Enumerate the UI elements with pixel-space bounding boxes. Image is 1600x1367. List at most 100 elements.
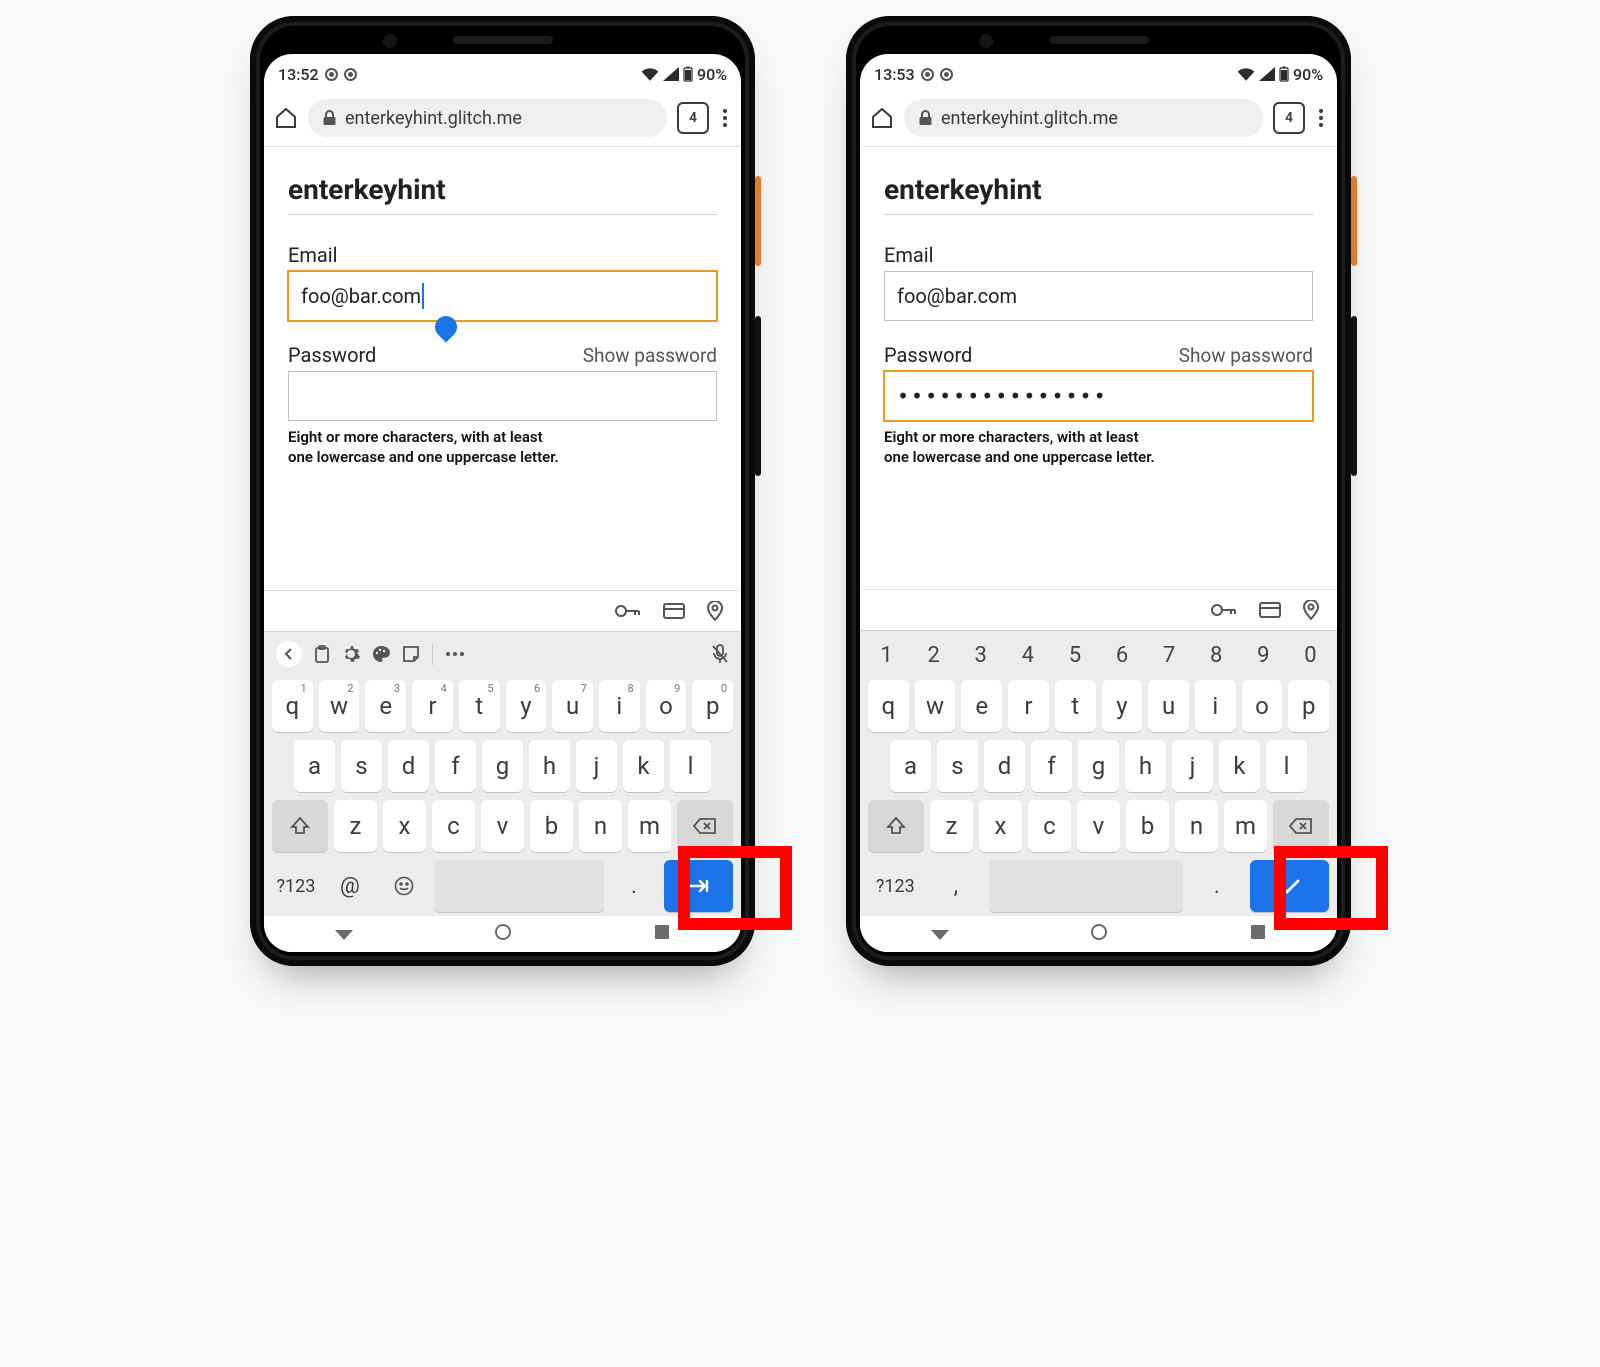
letter-key[interactable]: c [1028,800,1071,852]
letter-key[interactable]: i [1195,680,1236,732]
letter-key[interactable]: r4 [412,680,453,732]
num-key[interactable]: 4 [1005,637,1050,674]
emoji-key[interactable] [380,860,428,912]
mic-off-icon[interactable] [711,644,729,664]
letter-key[interactable]: b [530,800,573,852]
overflow-menu-icon[interactable] [719,105,731,131]
card-icon[interactable] [1259,602,1281,618]
comma-key[interactable]: , [929,860,984,912]
letter-key[interactable]: z [930,800,973,852]
letter-key[interactable]: p0 [692,680,733,732]
show-password-button[interactable]: Show password [1179,344,1313,367]
num-key[interactable]: 3 [958,637,1003,674]
letter-key[interactable]: u [1148,680,1189,732]
email-field[interactable]: foo@bar.com [884,271,1313,321]
letter-key[interactable]: y [1102,680,1143,732]
url-bar[interactable]: enterkeyhint.glitch.me [904,99,1263,137]
gear-icon[interactable] [342,645,360,663]
letter-key[interactable]: l [670,740,711,792]
num-key[interactable]: 8 [1194,637,1239,674]
letter-key[interactable]: n [1175,800,1218,852]
letter-key[interactable]: w [915,680,956,732]
tab-count[interactable]: 4 [1273,102,1305,134]
letter-key[interactable]: t [1055,680,1096,732]
letter-key[interactable]: u7 [552,680,593,732]
backspace-key[interactable] [1273,800,1329,852]
letter-key[interactable]: h [529,740,570,792]
letter-key[interactable]: v [481,800,524,852]
letter-key[interactable]: a [890,740,931,792]
num-key[interactable]: 0 [1288,637,1333,674]
letter-key[interactable]: m [628,800,671,852]
spacebar-key[interactable] [989,860,1183,912]
letter-key[interactable]: s [341,740,382,792]
letter-key[interactable]: t5 [459,680,500,732]
key-icon[interactable] [615,604,641,618]
symbols-key[interactable]: ?123 [272,860,320,912]
letter-key[interactable]: w2 [319,680,360,732]
letter-key[interactable]: l [1266,740,1307,792]
letter-key[interactable]: k [623,740,664,792]
letter-key[interactable]: g [1078,740,1119,792]
letter-key[interactable]: z [334,800,377,852]
show-password-button[interactable]: Show password [583,344,717,367]
letter-key[interactable]: s [937,740,978,792]
letter-key[interactable]: f [1031,740,1072,792]
letter-key[interactable]: h [1125,740,1166,792]
sticker-icon[interactable] [402,645,420,663]
letter-key[interactable]: q1 [272,680,313,732]
letter-key[interactable]: v [1077,800,1120,852]
nav-back-icon[interactable] [335,925,353,944]
overflow-menu-icon[interactable] [1315,105,1327,131]
home-icon[interactable] [274,106,298,130]
letter-key[interactable]: y6 [506,680,547,732]
letter-key[interactable]: k [1219,740,1260,792]
url-bar[interactable]: enterkeyhint.glitch.me [308,99,667,137]
letter-key[interactable]: g [482,740,523,792]
kb-back-icon[interactable] [276,641,302,667]
at-key[interactable]: @ [326,860,374,912]
shift-key[interactable] [868,800,924,852]
letter-key[interactable]: d [388,740,429,792]
num-key[interactable]: 9 [1241,637,1286,674]
letter-key[interactable]: a [294,740,335,792]
nav-recent-icon[interactable] [1250,924,1266,944]
letter-key[interactable]: x [979,800,1022,852]
key-icon[interactable] [1211,603,1237,617]
card-icon[interactable] [663,603,685,619]
location-icon[interactable] [707,601,723,621]
letter-key[interactable]: r [1008,680,1049,732]
enter-key-done[interactable] [1250,860,1329,912]
letter-key[interactable]: j [1172,740,1213,792]
letter-key[interactable]: c [432,800,475,852]
more-icon[interactable] [445,651,465,657]
letter-key[interactable]: j [576,740,617,792]
num-key[interactable]: 5 [1052,637,1097,674]
letter-key[interactable]: n [579,800,622,852]
letter-key[interactable]: m [1224,800,1267,852]
num-key[interactable]: 2 [911,637,956,674]
letter-key[interactable]: q [868,680,909,732]
letter-key[interactable]: i8 [599,680,640,732]
palette-icon[interactable] [372,645,390,663]
shift-key[interactable] [272,800,328,852]
letter-key[interactable]: e3 [365,680,406,732]
num-key[interactable]: 6 [1099,637,1144,674]
letter-key[interactable]: o9 [646,680,687,732]
backspace-key[interactable] [677,800,733,852]
tab-count[interactable]: 4 [677,102,709,134]
nav-back-icon[interactable] [931,925,949,944]
letter-key[interactable]: o [1242,680,1283,732]
home-icon[interactable] [870,106,894,130]
letter-key[interactable]: d [984,740,1025,792]
nav-recent-icon[interactable] [654,924,670,944]
letter-key[interactable]: f [435,740,476,792]
password-field[interactable]: ••••••••••••••• [884,371,1313,421]
nav-home-icon[interactable] [494,923,512,945]
letter-key[interactable]: b [1126,800,1169,852]
clipboard-icon[interactable] [314,645,330,663]
num-key[interactable]: 1 [864,637,909,674]
period-key[interactable]: . [1189,860,1244,912]
symbols-key[interactable]: ?123 [868,860,923,912]
letter-key[interactable]: p [1288,680,1329,732]
